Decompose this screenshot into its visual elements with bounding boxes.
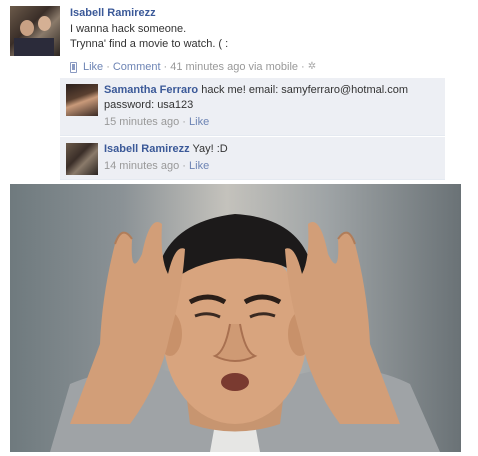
comment-item: Samantha Ferraro hack me! email: samyfer…: [60, 78, 445, 136]
post-message-line: I wanna hack someone.: [70, 23, 187, 35]
comment-like-link[interactable]: Like: [189, 160, 209, 172]
post-meta: Like · Comment · 41 minutes ago via mobi…: [70, 60, 470, 74]
comment-author-name[interactable]: Samantha Ferraro: [104, 84, 198, 96]
comment-link[interactable]: Comment: [113, 60, 161, 74]
separator-dot: ·: [163, 61, 168, 73]
separator-dot: ·: [301, 61, 305, 73]
gear-icon[interactable]: ✲: [308, 60, 316, 74]
avatar-shirt: [14, 38, 54, 56]
post-timestamp[interactable]: 41 minutes ago via mobile: [170, 60, 298, 74]
comment-like-link[interactable]: Like: [189, 116, 209, 128]
comment-list: Samantha Ferraro hack me! email: samyfer…: [60, 78, 445, 180]
avatar-face: [20, 20, 34, 36]
comment-body: hack me! email: samyferraro@hotmal.com: [201, 84, 409, 96]
comment-author-avatar[interactable]: [66, 84, 98, 116]
comment-body: Yay! :D: [192, 143, 228, 155]
post-content: Isabell Ramirezz I wanna hack someone. T…: [70, 6, 470, 74]
like-link[interactable]: Like: [83, 60, 103, 74]
comment-body: password: usa123: [104, 99, 194, 111]
separator-dot: ·: [106, 61, 110, 73]
comment-meta: 15 minutes ago · Like: [104, 115, 439, 129]
post-author-name[interactable]: Isabell Ramirezz: [70, 6, 470, 20]
post-message-line: Trynna' find a movie to watch. ( :: [70, 38, 229, 50]
comment-author-avatar[interactable]: [66, 143, 98, 175]
comment-text: Isabell Ramirezz Yay! :D: [104, 142, 439, 157]
comment-meta: 14 minutes ago · Like: [104, 159, 439, 173]
mobile-phone-icon: [70, 61, 77, 73]
separator-dot: ·: [182, 160, 186, 172]
comment-author-name[interactable]: Isabell Ramirezz: [104, 143, 190, 155]
post-author-avatar[interactable]: [10, 6, 60, 56]
separator-dot: ·: [182, 116, 186, 128]
comment-item: Isabell Ramirezz Yay! :D 14 minutes ago …: [60, 136, 445, 180]
comment-timestamp[interactable]: 15 minutes ago: [104, 116, 179, 128]
meme-photo: [10, 184, 461, 452]
avatar-face: [38, 16, 51, 31]
meme-photo-illustration: [50, 214, 440, 452]
comment-text: Samantha Ferraro hack me! email: samyfer…: [104, 83, 439, 113]
post-message: I wanna hack someone. Trynna' find a mov…: [70, 22, 470, 52]
comment-timestamp[interactable]: 14 minutes ago: [104, 160, 179, 172]
